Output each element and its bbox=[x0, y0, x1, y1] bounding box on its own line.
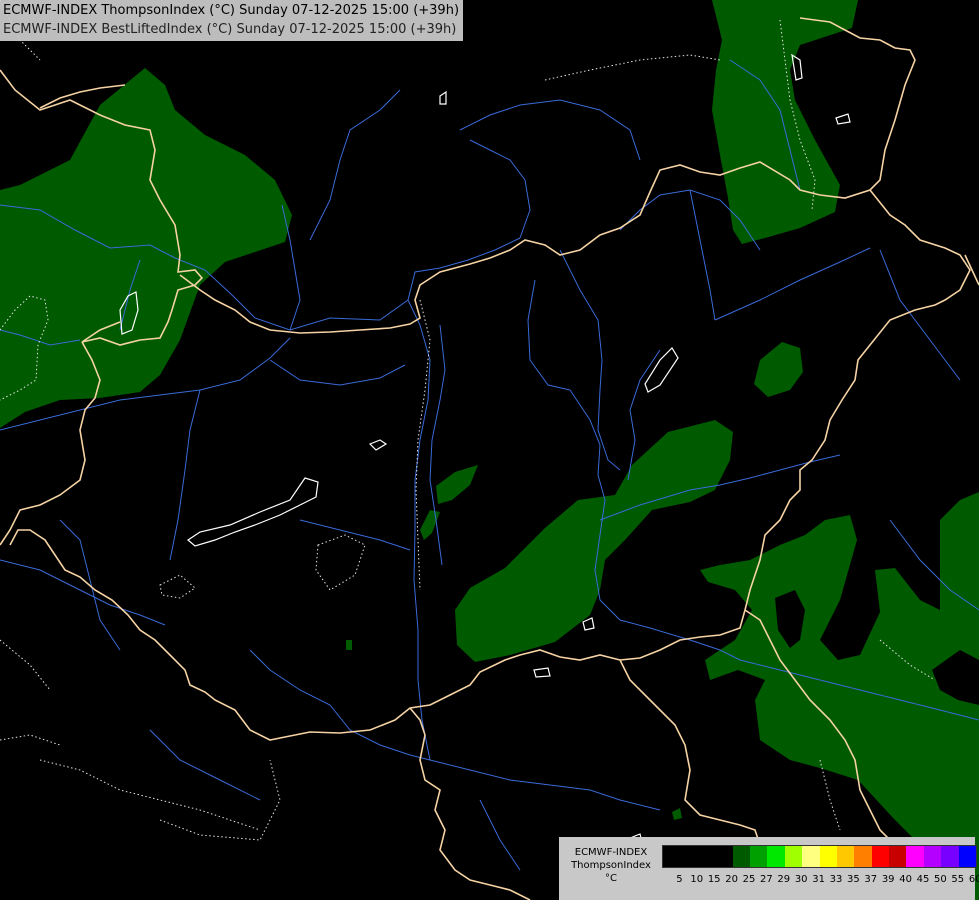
legend-swatch bbox=[697, 846, 716, 867]
legend-swatch bbox=[819, 846, 837, 867]
legend-swatch bbox=[836, 846, 855, 867]
map-title-secondary: ECMWF-INDEX BestLiftedIndex (°C) Sunday … bbox=[3, 22, 457, 37]
legend-tick-label: 20 bbox=[725, 874, 738, 885]
legend-tick-label: 35 bbox=[847, 874, 860, 885]
legend-unit: °C bbox=[605, 873, 617, 884]
legend-tick-label: 30 bbox=[794, 874, 808, 885]
zone-tiny-dot bbox=[346, 640, 352, 650]
legend-swatch bbox=[680, 846, 698, 867]
map-title-box: ECMWF-INDEX ThompsonIndex (°C) Sunday 07… bbox=[0, 0, 464, 41]
legend-swatch bbox=[889, 846, 907, 867]
legend-swatch bbox=[663, 846, 681, 867]
weather-map bbox=[0, 0, 979, 900]
legend-tick-label: 45 bbox=[916, 874, 930, 885]
legend-swatches bbox=[662, 845, 978, 868]
legend-tick-label: 10 bbox=[690, 874, 704, 885]
legend-parameter: ThompsonIndex bbox=[571, 860, 651, 871]
map-title-primary: ECMWF-INDEX ThompsonIndex (°C) Sunday 07… bbox=[3, 3, 460, 18]
legend-swatch bbox=[802, 846, 820, 867]
legend-swatch bbox=[784, 846, 803, 867]
legend-model: ECMWF-INDEX bbox=[574, 847, 648, 858]
legend-tick-label: 39 bbox=[881, 874, 895, 885]
legend-tick-label: 29 bbox=[777, 874, 791, 885]
legend-tick-label: 27 bbox=[760, 874, 773, 885]
legend-swatch bbox=[715, 846, 733, 867]
legend-tick-label: 25 bbox=[742, 874, 756, 885]
legend-swatch bbox=[906, 846, 924, 867]
legend-swatch bbox=[941, 846, 959, 867]
legend-tick-label: 15 bbox=[707, 874, 721, 885]
legend-title: ECMWF-INDEX ThompsonIndex °C bbox=[563, 846, 659, 885]
legend-tick-label: 60 bbox=[968, 874, 979, 885]
legend-tick-label: 55 bbox=[951, 874, 965, 885]
legend-swatch bbox=[958, 846, 977, 867]
legend-tick-label: 40 bbox=[899, 874, 912, 885]
legend-tick-label: 5 bbox=[676, 874, 683, 885]
legend-swatch bbox=[854, 846, 872, 867]
legend-swatch bbox=[732, 846, 750, 867]
legend-ticks: 5 10 15 20 25 27 29 30 31 33 35 37 39 40 45 50 55 60 bbox=[662, 874, 979, 888]
legend-swatch bbox=[767, 846, 785, 867]
legend-tick-label: 37 bbox=[864, 874, 878, 885]
legend-swatch bbox=[923, 846, 942, 867]
legend-swatch bbox=[871, 846, 890, 867]
color-legend: ECMWF-INDEX ThompsonIndex °C 5 10 15 20 25 27… bbox=[559, 837, 979, 900]
legend-tick-label: 33 bbox=[829, 874, 843, 885]
legend-tick-label: 50 bbox=[934, 874, 947, 885]
legend-swatch bbox=[749, 846, 768, 867]
legend-tick-label: 31 bbox=[812, 874, 825, 885]
